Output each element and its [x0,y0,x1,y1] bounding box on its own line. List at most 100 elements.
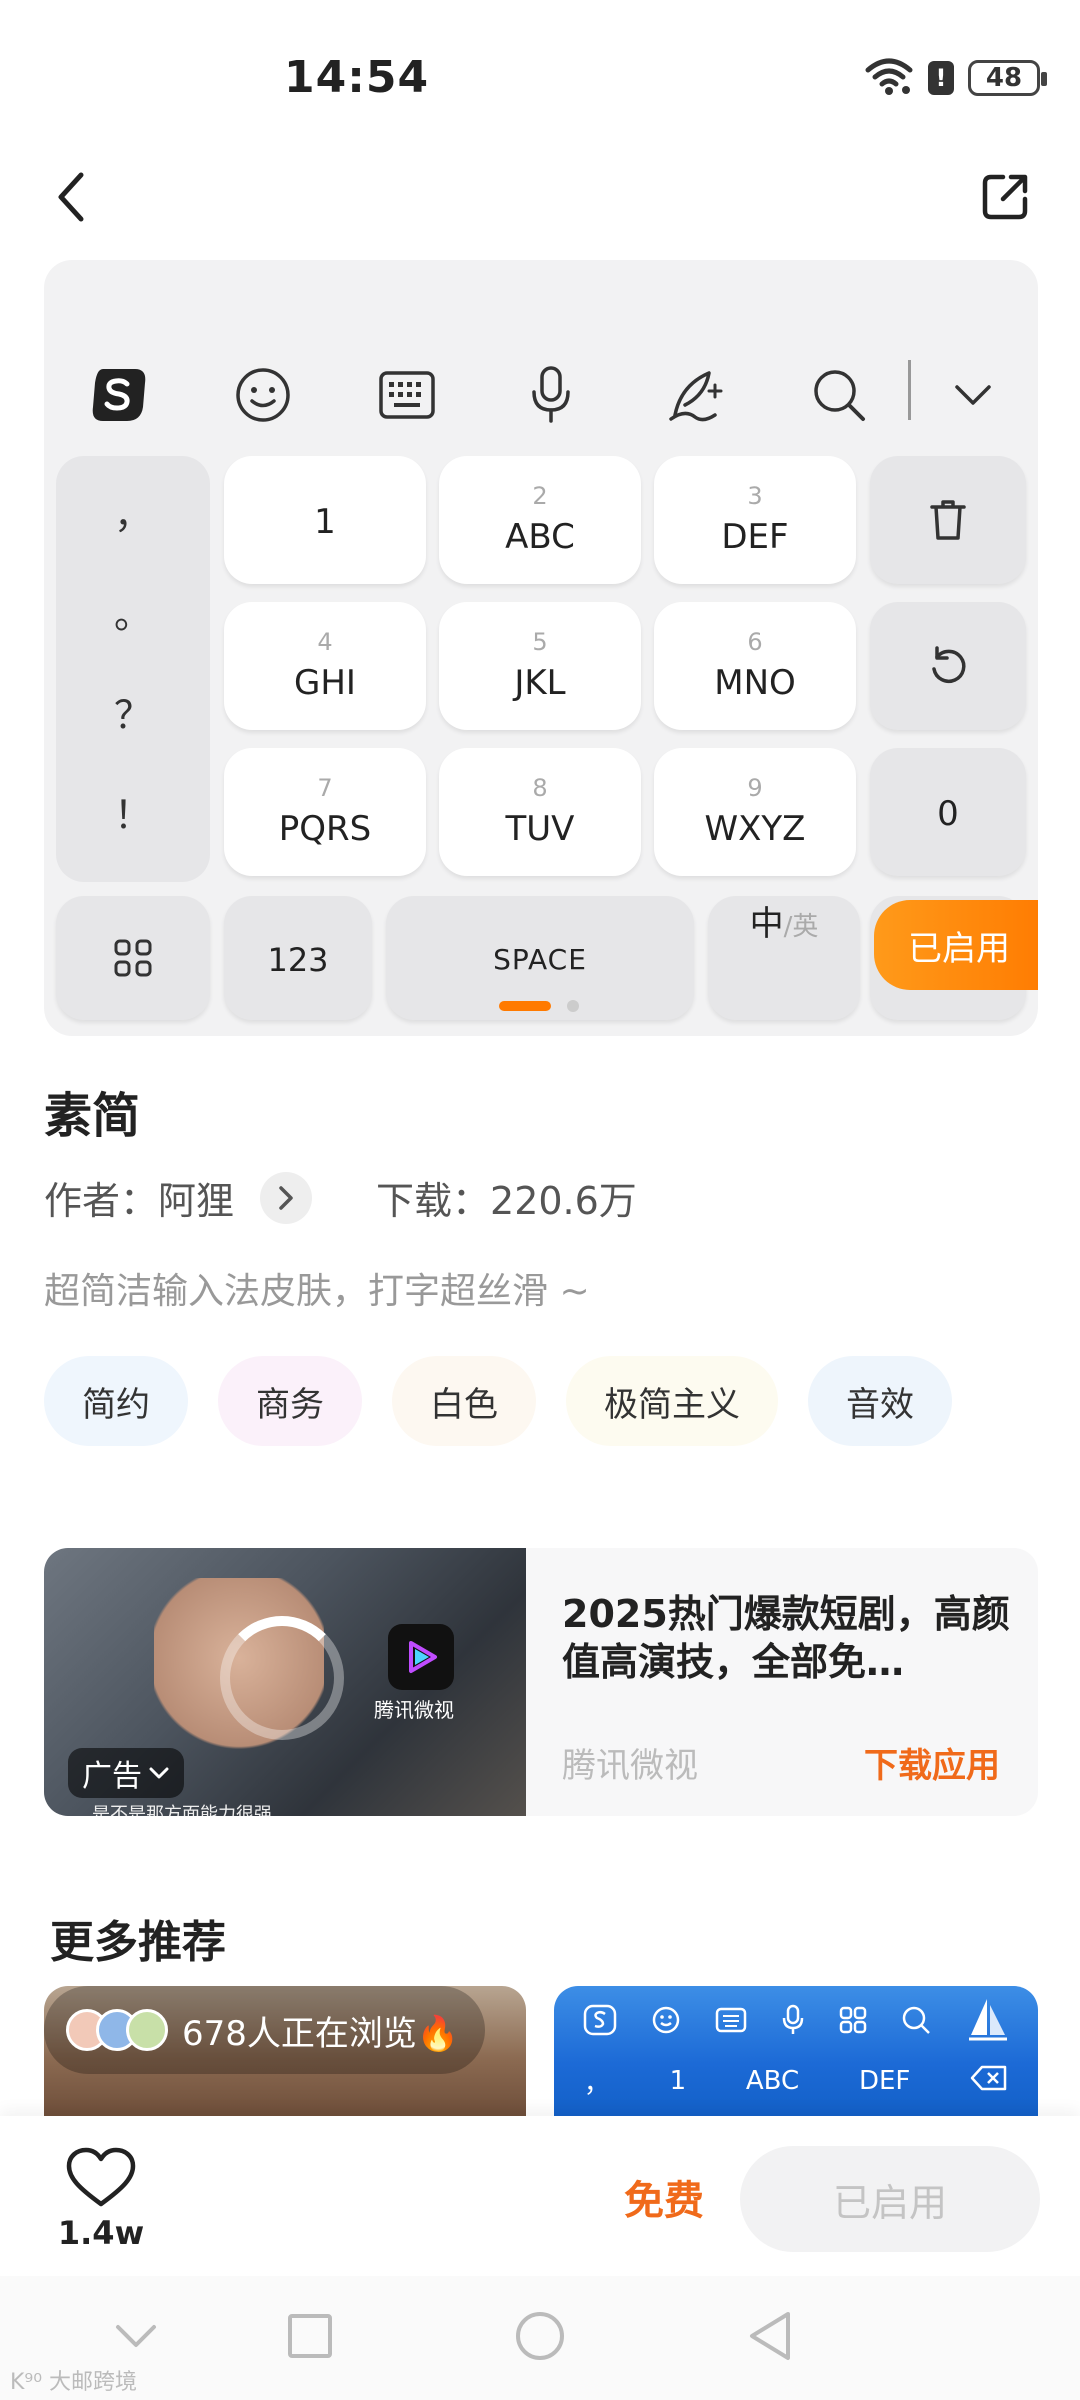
emoji-icon [228,360,298,430]
status-icons: ! 48 [864,56,1047,100]
like-button[interactable]: 1.4w [56,2146,146,2256]
grid-icon [839,2006,867,2038]
key-3-def[interactable]: 3 DEF [654,456,856,584]
status-time: 14:54 [284,52,430,103]
key-9-wxyz[interactable]: 9 WXYZ [654,748,856,876]
tag-baise[interactable]: 白色 [392,1356,536,1446]
search-icon [901,2005,931,2039]
wifi-icon [864,56,914,100]
num-switch-key[interactable]: 123 [224,896,372,1020]
enabled-button[interactable]: 已启用 [740,2146,1040,2252]
search-icon [804,360,874,430]
reset-key[interactable] [870,602,1026,730]
nav-bar [0,150,1080,260]
ad-card[interactable]: 腾讯微视 广告 是不是那方面能力很强 2025热门爆款短剧，高颜值高演技，全部免… [44,1548,1038,1816]
ad-badge[interactable]: 广告 [68,1748,184,1798]
price-label: 免费 [624,2178,704,2224]
ad-caption: 是不是那方面能力很强 [92,1804,272,1816]
tag-list: 简约 商务 白色 极简主义 音效 [44,1356,952,1446]
tag-jianyue[interactable]: 简约 [44,1356,188,1446]
recommend-card-right[interactable]: ， 1 ABC DEF [554,1986,1038,2116]
punct-comma: ， [113,493,152,537]
author-label: 作者：阿狸 [44,1179,235,1223]
loading-spinner-icon [220,1616,344,1740]
ad-download-button[interactable]: 下载应用 [864,1738,1000,1787]
backspace-icon [970,2065,1008,2098]
keyboard-toolbar [44,340,1038,450]
skin-meta: 作者：阿狸 下载：220.6万 [44,1170,637,1225]
triangle-back-icon [750,2312,790,2360]
grid-icon [114,939,152,977]
weishi-logo-icon [388,1624,454,1690]
square-icon [288,2314,332,2358]
punct-question: ？ [113,693,152,737]
keyboard-icon [372,360,442,430]
author-link-button[interactable] [260,1171,313,1224]
viewer-avatars [66,2009,168,2051]
like-count: 1.4w [57,2214,145,2252]
key-8-tuv[interactable]: 8 TUV [439,748,641,876]
language-switch-key[interactable]: 中 /英 [708,896,860,1020]
undo-icon [932,646,966,684]
pager-dot [567,1000,579,1012]
key-2-abc[interactable]: 2 ABC [439,456,641,584]
microphone-icon [781,2004,805,2040]
key-4-ghi[interactable]: 4 GHI [224,602,426,730]
skin-title: 素简 [44,1088,141,1144]
mini-keyboard-toolbar [554,1992,1038,2052]
punct-period: 。 [113,593,152,637]
more-recommend-title: 更多推荐 [50,1917,226,1968]
download-count: 下载：220.6万 [376,1179,637,1223]
active-status-tag: 已启用 [874,900,1038,990]
key-1[interactable]: 1 [224,456,426,584]
punctuation-key-column[interactable]: ， 。 ？ ！ [56,456,210,882]
keyboard-preview[interactable]: ， 。 ？ ！ 1 2 ABC 3 DEF 4 GHI 5 JKL 6 MNO … [44,260,1038,1036]
mini-keyboard-keys: ， 1 ABC DEF [554,2056,1038,2106]
recommend-card-left[interactable]: 678人正在浏览🔥 [44,1986,526,2116]
key-0[interactable]: 0 [870,748,1026,876]
tag-yinxiao[interactable]: 音效 [808,1356,952,1446]
microphone-icon [516,360,586,430]
ad-source: 腾讯微视 [562,1746,698,1786]
chevron-left-icon [58,172,84,222]
keyboard-icon [715,2007,747,2037]
emoji-icon [651,2005,681,2039]
delete-key[interactable] [870,456,1026,584]
menu-grid-key[interactable] [56,896,210,1020]
chevron-down-icon [149,1767,169,1779]
avatar [126,2009,168,2051]
battery-icon: 48 [968,60,1047,96]
handwriting-icon [660,360,730,430]
mini-key: ABC [745,2066,800,2096]
chevron-down-icon [938,360,1008,430]
trash-icon [930,500,966,540]
share-button[interactable] [970,162,1040,232]
watermark: K⁹⁰ 大邮跨境 [10,2370,138,2395]
ad-title: 2025热门爆款短剧，高颜值高演技，全部免… [562,1592,1010,1684]
mini-key: 1 [669,2066,687,2096]
browsing-count-pill: 678人正在浏览🔥 [44,1986,486,2074]
nav-home-button[interactable] [500,2296,580,2376]
tag-shangwu[interactable]: 商务 [218,1356,362,1446]
browsing-count: 678人正在浏览🔥 [182,2013,460,2054]
mini-key: DEF [858,2066,911,2096]
back-button[interactable] [36,162,106,232]
punct-exclamation: ！ [113,793,152,837]
external-link-icon [982,174,1028,220]
nav-recents-button[interactable] [270,2296,350,2376]
sailboat-icon [965,1995,1009,2049]
ad-video-thumbnail[interactable]: 腾讯微视 广告 是不是那方面能力很强 [44,1548,526,1816]
bottom-action-bar: 1.4w 免费 已启用 [0,2116,1080,2276]
status-bar: 14:54 ! 48 [0,0,1080,150]
pager-dot-active [499,1001,551,1011]
mini-key: ， [583,2068,610,2099]
system-nav-bar: K⁹⁰ 大邮跨境 [0,2276,1080,2400]
tag-jijianzhuyi[interactable]: 极简主义 [566,1356,778,1446]
key-7-pqrs[interactable]: 7 PQRS [224,748,426,876]
key-6-mno[interactable]: 6 MNO [654,602,856,730]
chevron-right-icon [279,1185,293,1210]
preview-pager [499,1000,579,1012]
key-5-jkl[interactable]: 5 JKL [439,602,641,730]
nav-back-button[interactable] [730,2296,810,2376]
circle-icon [516,2312,564,2360]
